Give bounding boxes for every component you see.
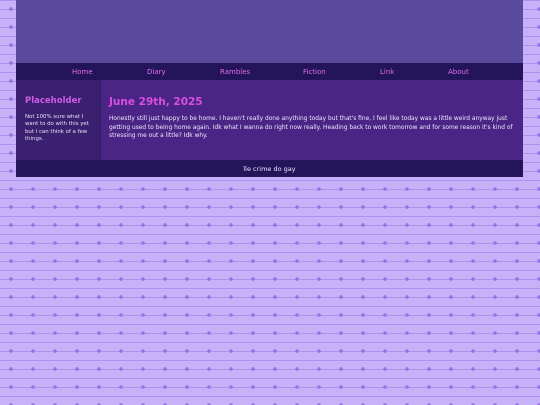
footer-text: île crime do gay [243, 165, 296, 173]
nav-link-about[interactable]: About [448, 68, 469, 76]
nav-link-link[interactable]: Link [380, 68, 394, 76]
footer: île crime do gay [16, 160, 523, 177]
nav-link-rambles[interactable]: Rambles [220, 68, 250, 76]
sidebar-text: Not 100% sure what I want to do with thi… [25, 114, 89, 143]
post-title: June 29th, 2025 [109, 96, 203, 108]
nav-link-home[interactable]: Home [72, 68, 93, 76]
main-content: June 29th, 2025 Honestly still just happ… [101, 80, 523, 160]
nav-bar: Home Diary Rambles Fiction Link About [16, 63, 523, 80]
header-banner [16, 0, 523, 63]
sidebar: Placeholder Not 100% sure what I want to… [16, 80, 100, 160]
nav-link-diary[interactable]: Diary [147, 68, 166, 76]
post-body: Honestly still just happy to be home. I … [109, 116, 513, 140]
sidebar-title: Placeholder [25, 96, 82, 106]
page-container: Home Diary Rambles Fiction Link About Pl… [16, 0, 523, 177]
nav-link-fiction[interactable]: Fiction [303, 68, 326, 76]
